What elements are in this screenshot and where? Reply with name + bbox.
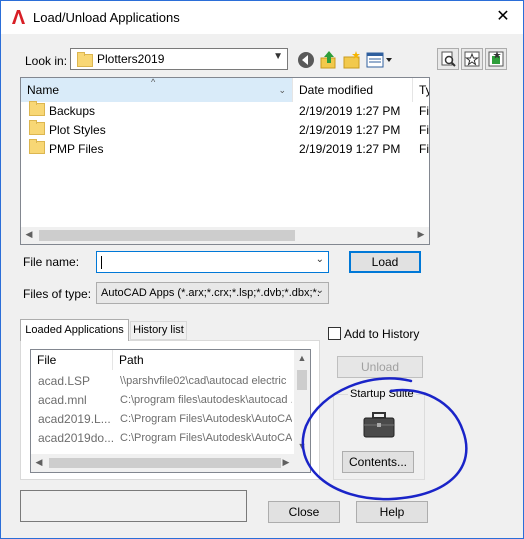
views-menu-icon[interactable] [365, 50, 393, 70]
help-button[interactable]: Help [356, 501, 428, 523]
app-file-text: acad.mnl [38, 393, 87, 407]
autocad-app-icon [12, 10, 25, 24]
column-header-type[interactable]: Ty [413, 78, 429, 102]
add-to-history-label: Add to History [344, 327, 420, 341]
app-path-text: \\parshvfile02\cad\autocad electric [120, 375, 287, 387]
app-file-text: acad2019.L... [38, 412, 111, 426]
favorites-icon [488, 51, 504, 67]
close-button[interactable]: Close [268, 501, 340, 523]
table-row[interactable]: acad2019do... C:\Program Files\Autodesk\… [31, 429, 293, 448]
list-item[interactable]: Backups 2/19/2019 1:27 PM Fi [21, 101, 429, 121]
title-bar: Load/Unload Applications ✕ [1, 1, 523, 34]
load-unload-dialog: Load/Unload Applications ✕ Look in: Plot… [0, 0, 524, 539]
loaded-applications-panel: File Path acad.LSP \\parshvfile02\cad\au… [20, 340, 320, 480]
table-row[interactable]: acad.mnl C:\program files\autodesk\autoc… [31, 391, 293, 410]
scrollbar-thumb[interactable] [297, 370, 307, 390]
app-path-text: C:\Program Files\Autodesk\AutoCA [120, 432, 292, 444]
app-file-text: acad2019do... [38, 431, 115, 445]
folder-icon [29, 101, 45, 116]
chevron-down-icon: ⌄ [315, 254, 324, 265]
column-header-path[interactable]: Path [113, 350, 295, 370]
folder-icon [29, 139, 45, 154]
up-folder-icon[interactable] [319, 50, 339, 70]
files-of-type-label: Files of type: [23, 287, 92, 301]
load-button[interactable]: Load [349, 251, 421, 273]
column-header-date-label: Date modified [299, 83, 374, 97]
unload-button[interactable]: Unload [337, 356, 423, 378]
date-modified-text: 2/19/2019 1:27 PM [299, 142, 401, 156]
file-name-text: PMP Files [49, 142, 104, 156]
list-item-name: Plot Styles [29, 120, 106, 140]
file-list[interactable]: Name ^ ⌄ Date modified Ty Backups 2/19/2… [20, 77, 430, 245]
add-to-history-checkbox[interactable] [328, 327, 341, 340]
look-in-value: Plotters2019 [97, 52, 165, 66]
column-header-name[interactable]: Name ^ ⌄ [21, 78, 293, 102]
add-favorites-button[interactable] [461, 48, 483, 70]
scrollbar-thumb[interactable] [39, 230, 295, 241]
scroll-right-icon[interactable]: ▶ [415, 229, 427, 240]
tab-loaded-applications[interactable]: Loaded Applications [20, 319, 129, 341]
type-text: Fi [419, 123, 429, 137]
chevron-down-icon: ▼ [273, 51, 283, 62]
scroll-down-icon[interactable]: ▼ [296, 441, 308, 451]
list-item[interactable]: Plot Styles 2/19/2019 1:27 PM Fi [21, 120, 429, 140]
app-path-text: C:\Program Files\Autodesk\AutoCA [120, 413, 292, 425]
scroll-up-icon[interactable]: ▲ [296, 353, 308, 363]
list-item-name: Backups [29, 101, 96, 121]
column-header-name-label: Name [27, 83, 60, 97]
startup-suite-label: Startup Suite [348, 388, 416, 400]
look-in-dropdown[interactable]: Plotters2019 ▼ [70, 48, 288, 70]
list-item[interactable]: PMP Files 2/19/2019 1:27 PM Fi [21, 139, 429, 159]
find-file-button[interactable] [437, 48, 459, 70]
list-item-name: PMP Files [29, 139, 104, 159]
scroll-left-icon[interactable]: ◀ [23, 229, 35, 240]
chevron-down-icon: ⌄ [315, 285, 324, 296]
startup-suite-group: Startup Suite Contents... [333, 388, 425, 480]
column-header-file-label: File [37, 353, 57, 367]
column-header-path-label: Path [119, 353, 144, 367]
file-name-label: File name: [23, 255, 80, 269]
date-modified-text: 2/19/2019 1:27 PM [299, 104, 401, 118]
date-modified-text: 2/19/2019 1:27 PM [299, 123, 401, 137]
scroll-right-icon[interactable]: ▶ [280, 457, 292, 468]
file-name-field[interactable]: ⌄ [96, 251, 329, 273]
tab-history-list[interactable]: History list [130, 321, 187, 340]
briefcase-icon [363, 412, 395, 438]
horizontal-scrollbar[interactable]: ◀ ▶ [31, 454, 310, 472]
files-of-type-dropdown[interactable]: AutoCAD Apps (*.arx;*.crx;*.lsp;*.dvb;*.… [96, 282, 329, 304]
status-box [20, 490, 247, 522]
table-row[interactable]: acad.LSP \\parshvfile02\cad\autocad elec… [31, 372, 293, 391]
add-favorites-icon [464, 51, 480, 67]
look-in-label: Look in: [25, 54, 68, 68]
chevron-down-icon: ⌄ [278, 85, 286, 95]
close-window-icon[interactable]: ✕ [493, 7, 513, 27]
column-header-type-label: Ty [419, 83, 429, 97]
loaded-apps-list[interactable]: File Path acad.LSP \\parshvfile02\cad\au… [30, 349, 311, 473]
vertical-scrollbar[interactable]: ▲ ▼ [294, 350, 310, 454]
folder-icon [29, 120, 45, 135]
type-text: Fi [419, 142, 429, 156]
type-text: Fi [419, 104, 429, 118]
files-of-type-value: AutoCAD Apps (*.arx;*.crx;*.lsp;*.dvb;*.… [101, 287, 320, 299]
file-name-text: Backups [49, 104, 96, 118]
contents-button[interactable]: Contents... [342, 451, 414, 473]
file-name-text: Plot Styles [49, 123, 106, 137]
folder-icon [77, 52, 93, 67]
new-folder-icon[interactable] [342, 50, 362, 70]
scroll-left-icon[interactable]: ◀ [33, 457, 45, 468]
window-title: Load/Unload Applications [33, 10, 180, 25]
scrollbar-thumb[interactable] [49, 458, 281, 468]
column-header-date-modified[interactable]: Date modified [293, 78, 413, 102]
sort-ascending-icon: ^ [151, 77, 156, 87]
horizontal-scrollbar[interactable]: ◀ ▶ [21, 227, 429, 244]
app-path-text: C:\program files\autodesk\autocad . [120, 394, 292, 406]
back-icon[interactable] [296, 50, 316, 70]
column-header-file[interactable]: File [31, 350, 113, 370]
text-cursor [101, 256, 102, 269]
favorites-button[interactable] [485, 48, 507, 70]
app-file-text: acad.LSP [38, 374, 91, 388]
table-row[interactable]: acad2019.L... C:\Program Files\Autodesk\… [31, 410, 293, 429]
find-file-icon [441, 51, 456, 67]
